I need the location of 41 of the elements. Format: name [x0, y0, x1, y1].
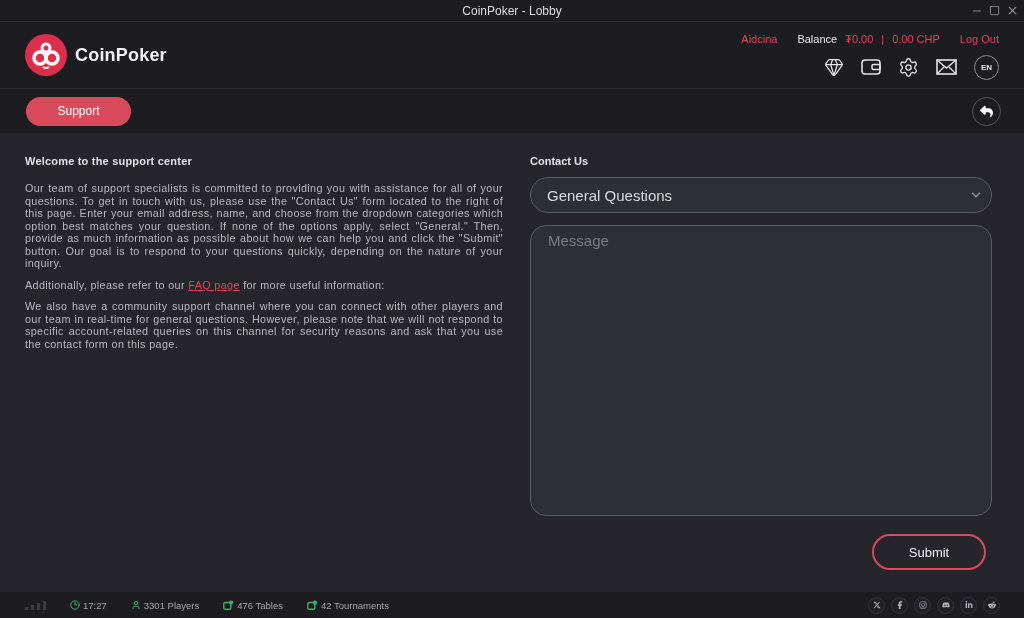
facebook-icon[interactable] [891, 596, 908, 614]
support-paragraph: Additionally, please refer to our FAQ page for more useful information: [25, 278, 386, 291]
mail-icon[interactable] [936, 59, 957, 75]
support-heading: Welcome to the support center [25, 155, 193, 167]
brand-name: CoinPoker [75, 44, 167, 66]
message-field[interactable]: Message [530, 225, 992, 516]
x-logo-icon[interactable] [868, 596, 885, 614]
balance-separator: | [881, 32, 885, 45]
stat-text: 3301 Players [143, 599, 200, 611]
window-title: CoinPoker - Lobby [462, 3, 562, 18]
diamond-icon[interactable] [824, 57, 844, 77]
contact-heading: Contact Us [530, 155, 590, 167]
stat-text: 476 Tables [237, 599, 283, 611]
stat-text: 42 Tournaments [321, 599, 389, 611]
time-text: 17:27 [83, 599, 107, 611]
support-paragraph: We also have a community support channel where you can connect with other players and our team in real-time for general questions. However, please note that we will not respond to specific account-related queries on this channel for security reasons and ask that you use the contact form on this page. [25, 300, 503, 350]
settings-icon[interactable] [898, 56, 919, 78]
discord-icon[interactable] [937, 596, 954, 614]
balance-amount: ₮0.00 [845, 32, 874, 45]
reply-arrow-icon [980, 104, 993, 118]
reddit-icon[interactable] [983, 596, 1000, 614]
maximize-icon[interactable] [989, 5, 1000, 16]
category-select[interactable]: General Questions [530, 177, 992, 213]
chip-balance: 0.00 CHP [892, 32, 940, 45]
username-link[interactable]: Aidcina [741, 32, 778, 45]
clock-icon [70, 600, 80, 610]
card-icon [307, 600, 318, 610]
support-paragraph: Our team of support specialists is committed to providing you with assistance for all of your questions. To get in touch with us, please use the "Contact Us" form located to the right of this page. Enter your email address, name, and choose from the dropdown categories which option best matches your question. If none of the options apply, select "General." Then, provide as much information as possible about how we can help you and click the "Submit" button. Our goal is to respond to your questions quickly, depending on the nature of your inquiry. [25, 182, 503, 270]
submit-button[interactable]: Submit [872, 534, 986, 570]
logout-link[interactable]: Log Out [959, 32, 999, 45]
logo-icon [25, 34, 67, 76]
linkedin-icon[interactable] [960, 596, 977, 614]
instagram-icon[interactable] [914, 596, 931, 614]
signal-icon [25, 600, 46, 610]
close-icon[interactable] [1006, 4, 1019, 17]
balance-label: Balance [797, 32, 838, 45]
person-icon [130, 600, 141, 610]
faq-link[interactable]: FAQ page [188, 278, 240, 291]
support-button[interactable]: Support [26, 96, 131, 126]
card-icon [223, 600, 235, 610]
wallet-icon[interactable] [861, 59, 881, 75]
